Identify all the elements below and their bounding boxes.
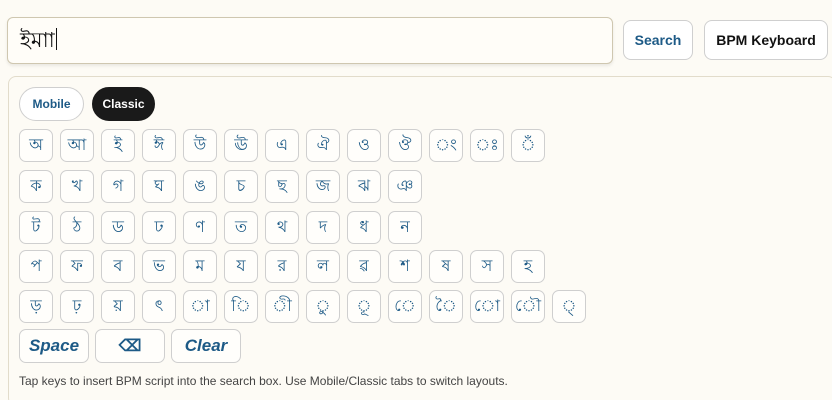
- key[interactable]: ৈ: [429, 290, 463, 323]
- key[interactable]: ৱ: [347, 250, 381, 283]
- key[interactable]: ল: [306, 250, 340, 283]
- key[interactable]: ৌ: [511, 290, 545, 323]
- key[interactable]: খ: [60, 170, 94, 203]
- key[interactable]: ক: [19, 170, 53, 203]
- key[interactable]: জ: [306, 170, 340, 203]
- key[interactable]: ঈ: [142, 129, 176, 162]
- key-row: কখগঘঙচছজঝঞ: [19, 170, 422, 203]
- key[interactable]: ্: [552, 290, 586, 323]
- key[interactable]: ঊ: [224, 129, 258, 162]
- tab-classic[interactable]: Classic: [92, 87, 155, 121]
- key[interactable]: ঝ: [347, 170, 381, 203]
- key[interactable]: য়: [101, 290, 135, 323]
- search-button[interactable]: Search: [623, 20, 693, 60]
- tab-mobile[interactable]: Mobile: [19, 87, 84, 121]
- key[interactable]: ে: [388, 290, 422, 323]
- key[interactable]: ফ: [60, 250, 94, 283]
- key[interactable]: ম: [183, 250, 217, 283]
- space-key[interactable]: Space: [19, 329, 89, 363]
- key[interactable]: ো: [470, 290, 504, 323]
- key[interactable]: ড: [101, 211, 135, 244]
- key[interactable]: ঁ: [511, 129, 545, 162]
- key[interactable]: ঔ: [388, 129, 422, 162]
- hint-text: Tap keys to insert BPM script into the s…: [19, 374, 508, 388]
- key[interactable]: ঢ়: [60, 290, 94, 323]
- key[interactable]: য: [224, 250, 258, 283]
- key[interactable]: ভ: [142, 250, 176, 283]
- key-row: ড় ঢ় য় ৎািীুূেৈোৌ্: [19, 290, 586, 323]
- key[interactable]: ঃ: [470, 129, 504, 162]
- key[interactable]: ঘ: [142, 170, 176, 203]
- key[interactable]: দ: [306, 211, 340, 244]
- key[interactable]: ষ: [429, 250, 463, 283]
- backspace-key[interactable]: ⌫: [95, 329, 165, 363]
- key[interactable]: ং: [429, 129, 463, 162]
- key[interactable]: ী: [265, 290, 299, 323]
- key[interactable]: ঙ: [183, 170, 217, 203]
- key[interactable]: ব: [101, 250, 135, 283]
- key[interactable]: ঢ: [142, 211, 176, 244]
- key[interactable]: থ: [265, 211, 299, 244]
- key[interactable]: এ: [265, 129, 299, 162]
- key[interactable]: ত: [224, 211, 258, 244]
- text-caret: [55, 28, 57, 50]
- key[interactable]: হ: [511, 250, 545, 283]
- key-row: অ আ ই ঈ উ ঊ এ ঐ ও ঔংঃঁ: [19, 129, 545, 162]
- key[interactable]: ঐ: [306, 129, 340, 162]
- key[interactable]: ঠ: [60, 211, 94, 244]
- key[interactable]: ি: [224, 290, 258, 323]
- key[interactable]: উ: [183, 129, 217, 162]
- key[interactable]: ু: [306, 290, 340, 323]
- key[interactable]: ণ: [183, 211, 217, 244]
- key-row: টঠডঢণতথদধন: [19, 211, 422, 244]
- key[interactable]: ই: [101, 129, 135, 162]
- key[interactable]: শ: [388, 250, 422, 283]
- key[interactable]: অ: [19, 129, 53, 162]
- key-row: পফবভমযরলৱশষসহ: [19, 250, 545, 283]
- key[interactable]: া: [183, 290, 217, 323]
- key[interactable]: ঞ: [388, 170, 422, 203]
- bpm-keyboard-button[interactable]: BPM Keyboard: [704, 20, 828, 60]
- key[interactable]: আ: [60, 129, 94, 162]
- clear-key[interactable]: Clear: [171, 329, 241, 363]
- key[interactable]: ূ: [347, 290, 381, 323]
- key[interactable]: ও: [347, 129, 381, 162]
- key[interactable]: ধ: [347, 211, 381, 244]
- key[interactable]: প: [19, 250, 53, 283]
- key[interactable]: র: [265, 250, 299, 283]
- search-input[interactable]: ইমাা: [7, 17, 613, 64]
- key[interactable]: চ: [224, 170, 258, 203]
- key[interactable]: ছ: [265, 170, 299, 203]
- key[interactable]: স: [470, 250, 504, 283]
- key[interactable]: ট: [19, 211, 53, 244]
- key[interactable]: ন: [388, 211, 422, 244]
- key[interactable]: ড়: [19, 290, 53, 323]
- search-input-value: ইমাা: [20, 28, 55, 52]
- key[interactable]: ৎ: [142, 290, 176, 323]
- key[interactable]: গ: [101, 170, 135, 203]
